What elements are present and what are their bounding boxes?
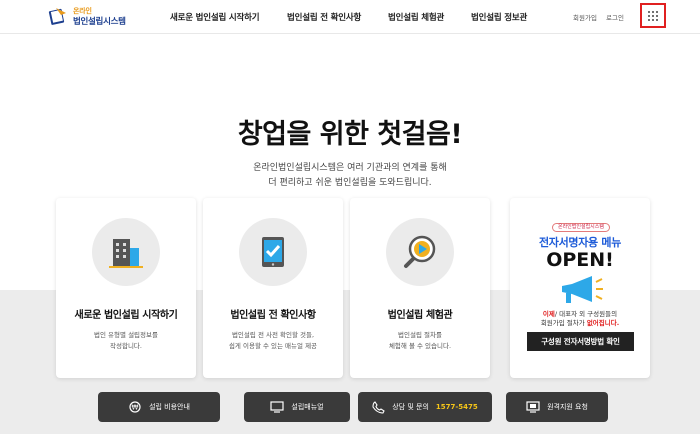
nav-experience[interactable]: 법인설립 체험관 — [388, 11, 444, 23]
hero-sub-line2: 더 편리하고 쉬운 법인설립을 도와드립니다. — [268, 178, 432, 188]
remote-support-label: 원격지원 요청 — [547, 403, 588, 411]
card-title: 법인설립 전 확인사항 — [230, 310, 316, 321]
remote-support-button[interactable]: 원격지원 요청 — [506, 392, 608, 422]
card-desc-line1: 법인설립 절차를 — [398, 331, 442, 339]
logo-main-text: 법인설립시스템 — [73, 17, 126, 27]
card-experience[interactable]: 법인설립 체험관 법인설립 절차를 체험해 볼 수 있습니다. — [350, 198, 490, 378]
promo-text-prefix: 회원가입 절차가 — [540, 319, 587, 327]
card-desc-line1: 법인 유형별 설립정보를 — [94, 331, 158, 339]
card-desc-line1: 법인설립 전 사전 확인할 것들, — [231, 331, 315, 339]
hero-title: 창업을 위한 첫걸음! — [237, 119, 463, 150]
card-description: 법인설립 전 사전 확인할 것들, 쉽게 이용할 수 있는 매뉴얼 제공 — [203, 330, 343, 352]
nav-info[interactable]: 법인설립 정보관 — [471, 11, 527, 23]
card-desc-line2: 쉽게 이용할 수 있는 매뉴얼 제공 — [228, 342, 318, 350]
site-logo[interactable]: 온라인 법인설립시스템 — [48, 5, 130, 29]
coin-icon: ₩ — [129, 401, 141, 413]
megaphone-icon — [562, 276, 603, 303]
contact-label: 상담 및 문의 — [392, 403, 429, 411]
contact-phone-number: 1577-5475 — [435, 403, 478, 411]
svg-text:₩: ₩ — [132, 404, 139, 412]
card-pre-check[interactable]: 법인설립 전 확인사항 법인설립 전 사전 확인할 것들, 쉽게 이용할 수 있… — [203, 198, 343, 378]
building-icon — [109, 239, 143, 268]
remote-monitor-icon — [526, 401, 540, 413]
magnifier-play-icon — [404, 235, 436, 268]
tablet-check-icon — [262, 237, 284, 267]
cost-guide-button[interactable]: ₩ 설립 비용안내 — [98, 392, 220, 422]
card-description: 법인설립 절차를 체험해 볼 수 있습니다. — [350, 330, 490, 352]
promo-text-highlight: 없어집니다. — [586, 319, 620, 327]
hero-subtitle: 온라인법인설립시스템은 여러 기관과의 연계를 통해 더 편리하고 쉬운 법인설… — [0, 161, 700, 191]
phone-icon — [372, 400, 385, 414]
grid-menu-icon — [648, 10, 658, 21]
promo-headline: 전자서명자용 메뉴 — [538, 236, 622, 249]
card-start-incorporation[interactable]: 새로운 법인설립 시작하기 법인 유형별 설립정보를 작성합니다. — [56, 198, 196, 378]
logo-mark-icon — [48, 8, 66, 25]
promo-card-e-signature: 온라인법인설립시스템 전자서명자용 메뉴 OPEN! 이제/ 대표자 외 구성원… — [510, 198, 650, 378]
promo-text-line2: 회원가입 절차가 없어집니다. — [510, 317, 650, 327]
card-title: 법인설립 체험관 — [387, 310, 453, 321]
nav-pre-check[interactable]: 법인설립 전 확인사항 — [287, 11, 361, 23]
card-icon-circle — [92, 218, 160, 286]
card-desc-line2: 작성합니다. — [110, 342, 142, 350]
login-link[interactable]: 로그인 — [606, 12, 624, 22]
cost-guide-label: 설립 비용안내 — [149, 403, 190, 411]
hero-sub-line1: 온라인법인설립시스템은 여러 기관과의 연계를 통해 — [253, 163, 447, 173]
manual-label: 설립매뉴얼 — [291, 403, 324, 411]
card-title: 새로운 법인설립 시작하기 — [74, 310, 178, 321]
manual-button[interactable]: 설립매뉴얼 — [244, 392, 350, 422]
card-icon-circle — [386, 218, 454, 286]
monitor-icon — [270, 401, 284, 413]
promo-open-text: OPEN! — [546, 249, 614, 271]
signup-link[interactable]: 회원가입 — [573, 12, 597, 22]
contact-button[interactable]: 상담 및 문의 1577-5475 — [358, 392, 492, 422]
promo-badge: 온라인법인설립시스템 — [552, 223, 610, 232]
card-desc-line2: 체험해 볼 수 있습니다. — [388, 342, 452, 350]
site-header: 온라인 법인설립시스템 새로운 법인설립 시작하기 법인설립 전 확인사항 법인… — [0, 0, 700, 34]
member-e-signature-guide-button[interactable]: 구성원 전자서명방법 확인 — [527, 332, 634, 351]
all-menu-button[interactable] — [640, 3, 666, 28]
card-icon-circle — [239, 218, 307, 286]
card-description: 법인 유형별 설립정보를 작성합니다. — [56, 330, 196, 352]
nav-start-incorporation[interactable]: 새로운 법인설립 시작하기 — [170, 11, 260, 23]
